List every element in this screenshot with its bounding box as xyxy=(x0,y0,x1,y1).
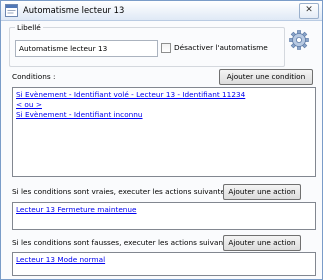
window-title: Automatisme lecteur 13 xyxy=(23,5,125,15)
libelle-group: Libellé Désactiver l'automatisme xyxy=(9,23,285,67)
condition-item[interactable]: Si Evènement - Identifiant inconnu xyxy=(16,110,143,119)
libelle-legend: Libellé xyxy=(15,23,43,32)
close-icon: ✕ xyxy=(305,5,313,15)
actions-true-label: Si les conditions sont vraies, executer … xyxy=(12,187,234,196)
gear-icon xyxy=(288,29,310,51)
actions-true-list[interactable]: Lecteur 13 Fermeture maintenue xyxy=(12,202,316,230)
action-item[interactable]: Lecteur 13 Fermeture maintenue xyxy=(16,205,137,214)
conditions-label: Conditions : xyxy=(12,72,56,81)
add-action-false-button[interactable]: Ajouter une action xyxy=(223,235,301,251)
actions-false-label: Si les conditions sont fausses, executer… xyxy=(12,238,240,247)
conditions-list[interactable]: Si Evènement - Identifiant volé - Lecteu… xyxy=(12,87,316,177)
add-action-true-button[interactable]: Ajouter une action xyxy=(223,184,301,200)
close-button[interactable]: ✕ xyxy=(299,3,319,19)
condition-item[interactable]: Si Evènement - Identifiant volé - Lecteu… xyxy=(16,90,245,99)
disable-automation-label[interactable]: Désactiver l'automatisme xyxy=(174,43,268,52)
dialog-window: Automatisme lecteur 13 ✕ Libellé Désacti… xyxy=(0,0,323,280)
app-window-icon xyxy=(5,4,18,17)
actions-false-list[interactable]: Lecteur 13 Mode normal xyxy=(12,252,316,276)
condition-operator[interactable]: < ou > xyxy=(16,100,42,109)
disable-automation-checkbox[interactable] xyxy=(161,43,171,53)
action-item[interactable]: Lecteur 13 Mode normal xyxy=(16,255,105,264)
libelle-input[interactable] xyxy=(15,40,158,57)
title-bar[interactable]: Automatisme lecteur 13 ✕ xyxy=(1,1,322,21)
add-condition-button[interactable]: Ajouter une condition xyxy=(219,69,313,85)
